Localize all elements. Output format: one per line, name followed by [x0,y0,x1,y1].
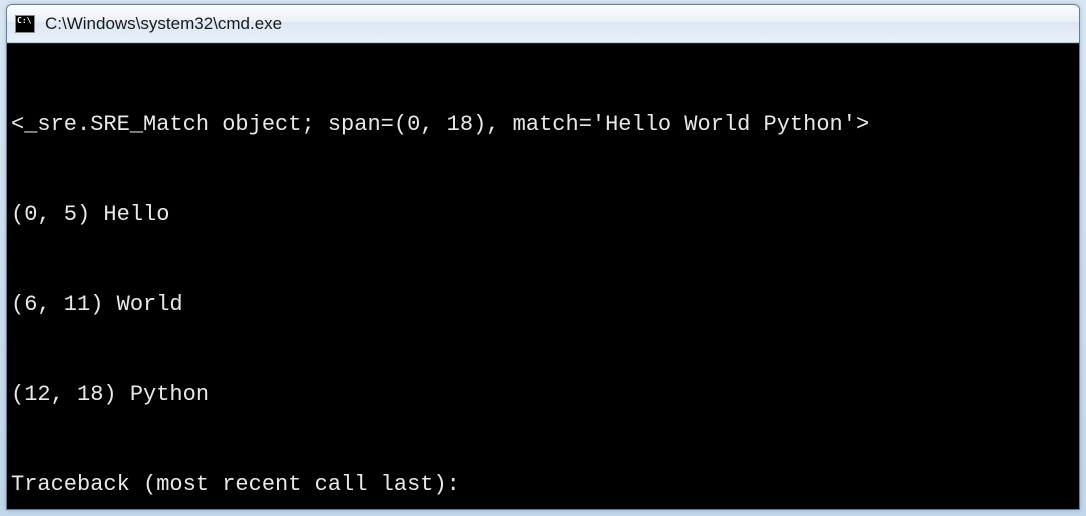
output-line: Traceback (most recent call last): [11,470,1075,500]
window-title: C:\Windows\system32\cmd.exe [45,14,282,34]
cmd-icon: C:\ [15,15,35,33]
console-output[interactable]: <_sre.SRE_Match object; span=(0, 18), ma… [7,43,1079,509]
cmd-window: C:\ C:\Windows\system32\cmd.exe <_sre.SR… [6,4,1080,510]
titlebar[interactable]: C:\ C:\Windows\system32\cmd.exe [7,5,1079,43]
output-line: (0, 5) Hello [11,200,1075,230]
output-line: <_sre.SRE_Match object; span=(0, 18), ma… [11,110,1075,140]
output-line: (6, 11) World [11,290,1075,320]
cmd-icon-text: C:\ [17,17,31,25]
output-line: (12, 18) Python [11,380,1075,410]
